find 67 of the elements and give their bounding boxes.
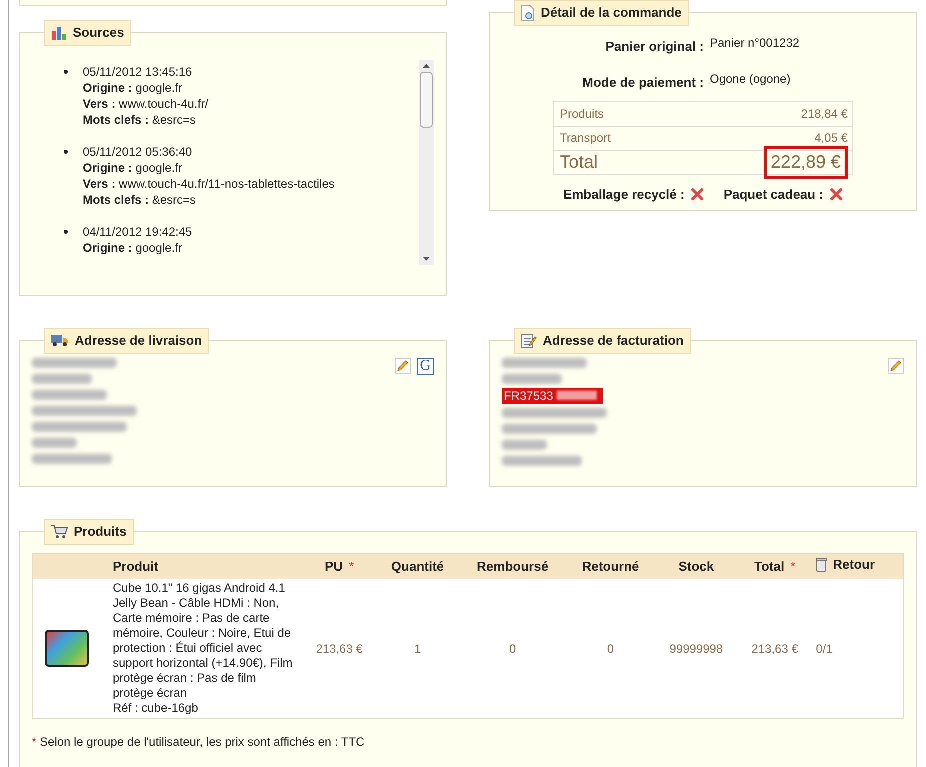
visit-detail: Mots clefs : &esrc=s — [83, 112, 198, 128]
total-value: 4,05 € — [814, 130, 848, 147]
table-cell: 0 — [458, 579, 567, 718]
scroll-down-arrow-icon[interactable] — [423, 256, 430, 260]
scroll-up-arrow-icon[interactable] — [423, 64, 430, 68]
info-label: Panier original : — [604, 38, 704, 56]
document-search-icon — [521, 4, 535, 21]
column-header: PU * — [302, 553, 377, 579]
info-value: Ogone (ogone) — [710, 71, 791, 88]
visit-detail: Origine : google.fr — [83, 240, 184, 256]
section-title: Adresse de livraison — [44, 328, 210, 354]
info-value: Panier n°001232 — [710, 34, 800, 52]
column-header: Quantité — [376, 553, 459, 579]
scrollbar-thumb[interactable] — [420, 72, 433, 128]
price-note: * Selon le groupe de l'utilisateur, les prix sont affichés en : TTC — [32, 734, 366, 751]
column-header: Retourné — [566, 553, 655, 579]
table-cell: 0/1 — [812, 579, 904, 718]
table-cell: 213,63 € — [738, 579, 812, 718]
visit-date: 05/11/2012 13:45:16 — [83, 64, 194, 80]
scrollbar[interactable] — [419, 60, 434, 264]
column-header: Total * — [738, 553, 812, 579]
bullet-icon — [64, 150, 68, 154]
asterisk: * — [349, 558, 354, 576]
visit-detail: Origine : google.fr — [83, 160, 184, 176]
visit-detail: Origine : google.fr — [83, 80, 184, 96]
column-header: Retour — [812, 553, 904, 579]
bar-chart-icon — [51, 26, 67, 40]
total-label: Produits — [560, 106, 604, 122]
total-value: 218,84 € — [801, 106, 848, 122]
total-label: Transport — [560, 130, 611, 147]
highlighted-tax-id: FR37533 — [502, 388, 603, 404]
option-label: Emballage recyclé : — [563, 186, 685, 204]
product-reference: Réf : cube-16gb — [113, 701, 200, 716]
truck-icon — [51, 334, 69, 348]
map-link[interactable]: G — [417, 358, 434, 374]
visit-detail: Vers : www.touch-4u.fr/11-nos-tablettes-tactiles — [83, 176, 335, 192]
visit-detail: Vers : www.touch-4u.fr/ — [83, 96, 208, 112]
visit-detail: Mots clefs : &esrc=s — [83, 192, 198, 208]
product-description: Cube 10.1" 16 gigas Android 4.1 Jelly Bean - Câble HDMi : Non, Carte mémoire : Pas de carte mémoire, Couleur : Noire, Etui de protection : Étui officiel avec support horizontal (+14.90€), Film protège écran : Pas de film protège écran — [113, 581, 294, 701]
cross-icon — [830, 188, 843, 201]
section-title: Produits — [44, 519, 134, 544]
visit-date: 05/11/2012 05:36:40 — [83, 144, 194, 160]
edit-icon[interactable] — [395, 358, 411, 374]
cart-icon — [51, 524, 68, 539]
table-cell: 213,63 € — [302, 579, 377, 718]
tablet-photo-placeholder — [45, 630, 89, 667]
column-header: Stock — [654, 553, 738, 579]
bullet-icon — [64, 230, 68, 234]
edit-icon[interactable] — [888, 358, 904, 374]
section-title: Détail de la commande — [514, 0, 689, 26]
cross-icon — [690, 188, 704, 201]
info-label: Mode de paiement : — [582, 74, 704, 92]
section-title: Sources — [44, 20, 132, 46]
total-label: Total — [560, 150, 598, 174]
asterisk: * — [790, 558, 796, 576]
table-cell: 99999998 — [654, 579, 738, 718]
visit-date: 04/11/2012 19:42:45 — [83, 224, 192, 240]
bin-icon — [816, 558, 828, 572]
bullet-icon — [64, 70, 68, 74]
total-value: 222,89 € — [764, 146, 848, 178]
option-label: Paquet cadeau : — [724, 186, 824, 204]
column-header: Remboursé — [458, 553, 567, 579]
column-header: Produit — [32, 553, 302, 579]
notepad-pencil-icon — [521, 332, 537, 349]
section-title: Adresse de facturation — [514, 328, 691, 354]
table-cell: 0 — [566, 579, 655, 718]
table-cell: 1 — [376, 579, 459, 718]
